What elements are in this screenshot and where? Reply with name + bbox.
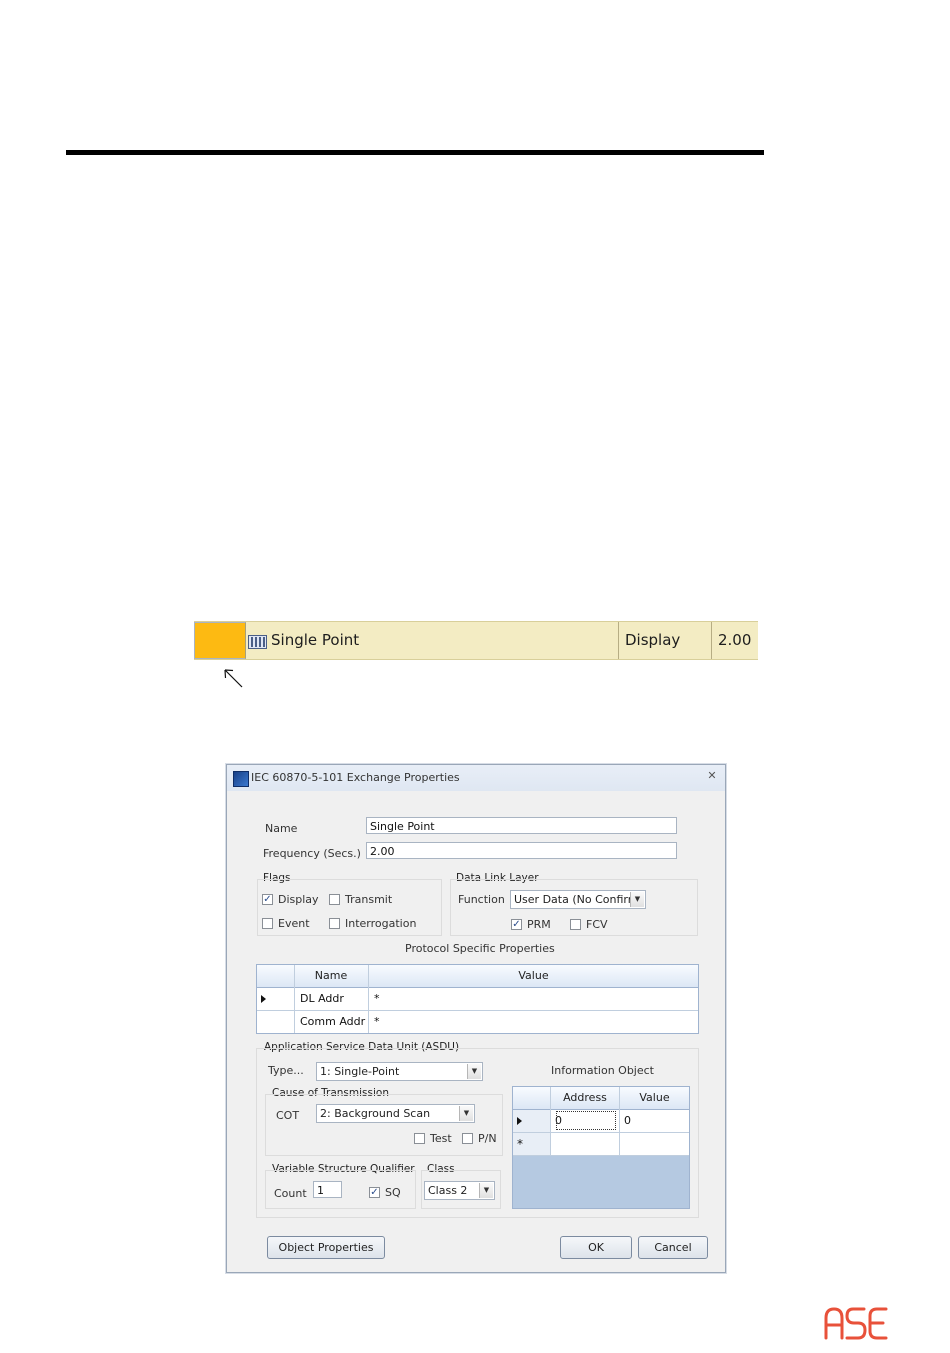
name-input[interactable]: Single Point: [366, 817, 677, 834]
function-select[interactable]: User Data (No Confirm ▼: [510, 890, 646, 909]
chevron-down-icon: ▼: [630, 892, 644, 907]
name-label: Name: [265, 822, 298, 835]
dialog-title: IEC 60870-5-101 Exchange Properties: [251, 771, 460, 784]
new-row-icon: *: [517, 1137, 523, 1151]
test-checkbox[interactable]: [414, 1133, 425, 1144]
cot-value: 2: Background Scan: [320, 1107, 431, 1120]
interrogation-label: Interrogation: [345, 917, 417, 930]
transmit-label: Transmit: [345, 893, 393, 906]
exchange-properties-dialog: IEC 60870-5-101 Exchange Properties ✕ Na…: [226, 764, 726, 1273]
info-col-address: Address: [563, 1091, 607, 1104]
protocol-section-title: Protocol Specific Properties: [405, 942, 555, 955]
protocol-row-value[interactable]: *: [374, 1011, 380, 1033]
protocol-row-name[interactable]: DL Addr: [300, 988, 344, 1010]
object-properties-button[interactable]: Object Properties: [267, 1236, 385, 1259]
dialog-titlebar[interactable]: IEC 60870-5-101 Exchange Properties ✕: [227, 765, 725, 791]
event-checkbox[interactable]: [262, 918, 273, 929]
sq-checkbox[interactable]: ✓: [369, 1187, 380, 1198]
protocol-col-value: Value: [518, 969, 549, 982]
info-row-value[interactable]: 0: [624, 1110, 631, 1132]
cot-select[interactable]: 2: Background Scan ▼: [316, 1104, 475, 1123]
row-frequency: 2.00: [718, 631, 752, 649]
count-input[interactable]: 1: [313, 1181, 342, 1198]
class-select[interactable]: Class 2 ▼: [424, 1181, 495, 1200]
type-value: 1: Single-Point: [320, 1065, 400, 1078]
current-row-icon: [261, 995, 266, 1003]
row-name: Single Point: [271, 631, 360, 649]
function-label: Function: [458, 893, 505, 906]
row-flag: Display: [625, 631, 681, 649]
ok-button[interactable]: OK: [560, 1236, 632, 1259]
exchange-icon: [248, 635, 267, 649]
count-label: Count: [274, 1187, 307, 1200]
info-row-address[interactable]: 0: [555, 1110, 617, 1131]
frequency-input[interactable]: 2.00: [366, 842, 677, 859]
fcv-checkbox[interactable]: [570, 919, 581, 930]
transmit-checkbox[interactable]: [329, 894, 340, 905]
sq-label: SQ: [385, 1186, 401, 1199]
mouse-cursor-icon: [224, 669, 243, 688]
ase-logo: [824, 1307, 888, 1340]
class-value: Class 2: [428, 1184, 468, 1197]
protocol-row-name[interactable]: Comm Addr: [300, 1011, 365, 1033]
prm-checkbox[interactable]: ✓: [511, 919, 522, 930]
chevron-down-icon: ▼: [479, 1183, 493, 1198]
pn-label: P/N: [478, 1132, 497, 1145]
display-label: Display: [278, 893, 319, 906]
test-label: Test: [430, 1132, 452, 1145]
info-col-value: Value: [639, 1091, 670, 1104]
function-value: User Data (No Confirm: [514, 893, 639, 906]
cancel-button[interactable]: Cancel: [638, 1236, 708, 1259]
app-icon: [233, 771, 249, 787]
row-selector[interactable]: [194, 622, 246, 659]
exchange-row[interactable]: Single Point Display 2.00: [194, 621, 758, 660]
chevron-down-icon: ▼: [459, 1106, 473, 1121]
info-object-title: Information Object: [551, 1064, 654, 1077]
close-icon[interactable]: ✕: [705, 769, 719, 783]
event-label: Event: [278, 917, 310, 930]
section-divider: [66, 150, 764, 155]
protocol-row-value[interactable]: *: [374, 988, 380, 1010]
frequency-label: Frequency (Secs.): [263, 847, 361, 860]
cot-label: COT: [276, 1109, 300, 1122]
type-label: Type...: [268, 1064, 304, 1077]
protocol-properties-grid: Name Value DL Addr * Comm Addr *: [256, 964, 699, 1034]
fcv-label: FCV: [586, 918, 608, 931]
pn-checkbox[interactable]: [462, 1133, 473, 1144]
chevron-down-icon: ▼: [467, 1064, 481, 1079]
prm-label: PRM: [527, 918, 551, 931]
protocol-col-name: Name: [314, 969, 348, 982]
current-row-icon: [517, 1117, 522, 1125]
type-select[interactable]: 1: Single-Point ▼: [316, 1062, 483, 1081]
display-checkbox[interactable]: ✓: [262, 894, 273, 905]
info-object-grid: Address Value 0 0 *: [512, 1086, 690, 1209]
interrogation-checkbox[interactable]: [329, 918, 340, 929]
